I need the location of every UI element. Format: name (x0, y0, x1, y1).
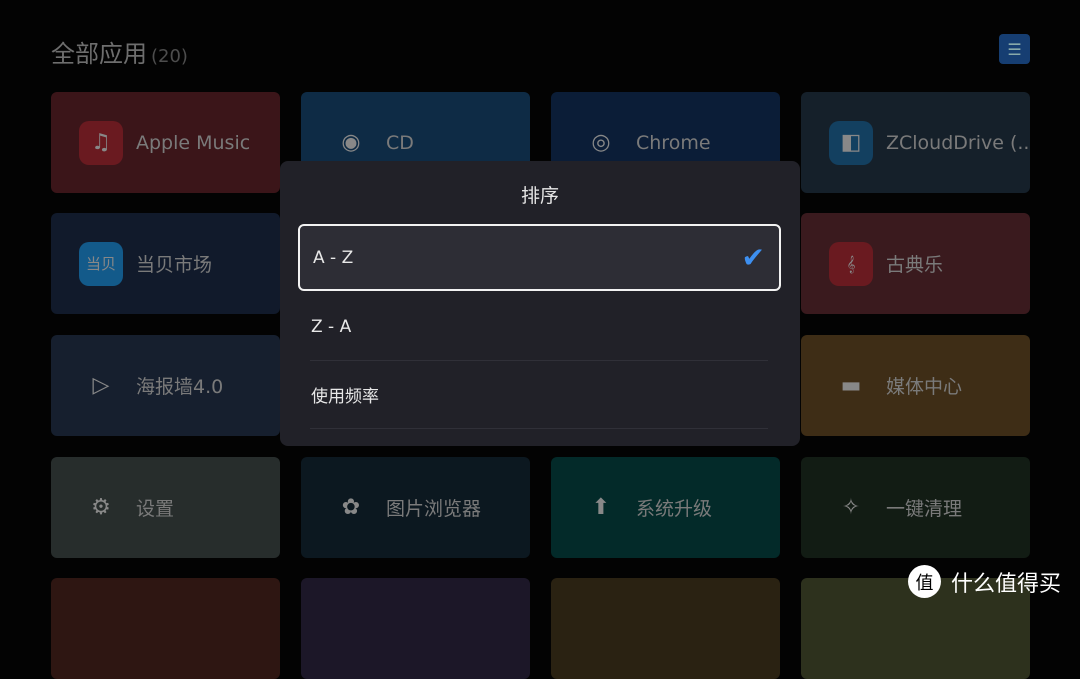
app-label: Chrome (636, 131, 711, 154)
option-label: 使用频率 (311, 387, 379, 407)
folder-icon: ▬ (840, 373, 862, 398)
app-tile[interactable] (51, 578, 280, 679)
app-tile[interactable]: ✿ 图片浏览器 (301, 457, 530, 558)
sort-dialog: 排序 A - Z ✔ Z - A 使用频率 (280, 161, 800, 446)
app-tile[interactable]: ✧ 一键清理 (801, 457, 1030, 558)
sort-option-frequency[interactable]: 使用频率 (298, 361, 781, 428)
app-label: Apple Music (136, 131, 251, 154)
app-tile[interactable]: ◧ ZCloudDrive (.. (801, 92, 1030, 193)
treble-clef-icon: 𝄞 (829, 241, 873, 286)
watermark-logo: 值 (908, 565, 941, 598)
watermark: 值什么值得买 (908, 565, 1061, 598)
divider (310, 428, 768, 429)
broom-icon: ✧ (841, 495, 861, 520)
checkmark-icon: ✔ (741, 241, 765, 274)
option-label: A - Z (313, 247, 354, 268)
app-label: 海报墙4.0 (136, 376, 224, 398)
app-tile[interactable] (551, 578, 780, 679)
app-tile[interactable] (301, 578, 530, 679)
app-label: 媒体中心 (886, 376, 963, 398)
app-count: (20) (151, 46, 188, 67)
disc-icon: ◉ (341, 130, 361, 155)
app-tile[interactable]: ▬ 媒体中心 (801, 335, 1030, 436)
app-label: 图片浏览器 (386, 498, 482, 520)
sort-list-icon: ☰ (1007, 39, 1022, 59)
zcloud-icon: ◧ (829, 120, 873, 165)
app-label: 设置 (136, 498, 175, 520)
gear-icon: ⚙ (91, 495, 111, 520)
app-tile[interactable]: 𝄞 古典乐 (801, 213, 1030, 314)
app-tile[interactable]: ⚙ 设置 (51, 457, 280, 558)
app-label: ZCloudDrive (.. (886, 131, 1030, 154)
app-tile[interactable]: ⬆ 系统升级 (551, 457, 780, 558)
sort-option-a-z[interactable]: A - Z ✔ (298, 224, 781, 291)
page-title: 全部应用 (20) (51, 34, 188, 69)
option-label: Z - A (311, 316, 352, 337)
app-label: 古典乐 (886, 254, 944, 276)
dangbei-icon: 当贝 (79, 241, 123, 286)
app-label: 一键清理 (886, 498, 963, 520)
app-label: 当贝市场 (136, 254, 213, 276)
dialog-title: 排序 (520, 185, 559, 207)
app-tile[interactable]: ♫ Apple Music (51, 92, 280, 193)
app-tile[interactable]: ▷ 海报墙4.0 (51, 335, 280, 436)
title-text: 全部应用 (51, 40, 147, 68)
photos-flower-icon: ✿ (341, 495, 361, 520)
sort-button[interactable]: ☰ (999, 34, 1030, 64)
app-label: CD (386, 131, 414, 154)
film-play-icon: ▷ (92, 373, 110, 398)
watermark-text: 什么值得买 (951, 571, 1062, 597)
app-label: 系统升级 (636, 498, 713, 520)
sort-option-z-a[interactable]: Z - A (298, 293, 781, 360)
upgrade-arrow-icon: ⬆ (591, 495, 611, 520)
chrome-icon: ◎ (591, 130, 611, 155)
app-tile[interactable]: 当贝 当贝市场 (51, 213, 280, 314)
music-note-icon: ♫ (79, 120, 123, 165)
